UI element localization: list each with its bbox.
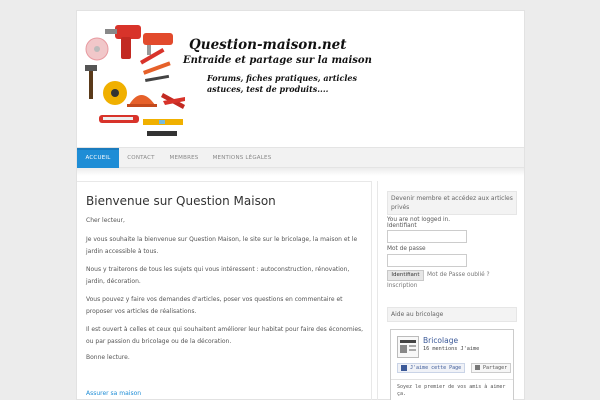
sidebar: Devenir membre et accédez aux articles p… <box>377 181 524 400</box>
site-title[interactable]: Question-maison.net <box>189 37 346 53</box>
site-tagline: Entraide et partage sur la maison <box>183 55 372 66</box>
facebook-icon <box>401 364 407 371</box>
help-widget-title: Aide au bricolage <box>387 307 517 322</box>
paragraph-requests: Vous pouvez y faire vos demandes d'artic… <box>86 296 343 315</box>
password-label: Mot de passe <box>387 246 426 252</box>
site-header: Question-maison.net Entraide et partage … <box>77 11 524 147</box>
facebook-widget-divider <box>391 379 513 380</box>
assurer-maison-link[interactable]: Assurer sa maison <box>86 390 141 397</box>
facebook-page-widget: Bricolage 16 mentions J'aime J'aime cett… <box>390 329 514 400</box>
paragraph-greeting: Cher lecteur, <box>86 217 125 224</box>
tools-logo-image[interactable] <box>85 19 195 139</box>
site-description: Forums, fiches pratiques, articles astuc… <box>207 73 357 94</box>
register-link[interactable]: Inscription <box>387 283 417 289</box>
lost-password-link[interactable]: Mot de Passe oublié ? <box>427 272 490 278</box>
nav-item-mentions-legales[interactable]: Mentions légales <box>205 148 279 168</box>
nav-item-contact[interactable]: Contact <box>119 148 163 168</box>
nav-item-membres[interactable]: Membres <box>163 148 205 168</box>
page-title: Bienvenue sur Question Maison <box>86 194 276 208</box>
nav-item-accueil[interactable]: Accueil <box>77 148 119 168</box>
main-content: Bienvenue sur Question Maison Cher lecte… <box>77 181 372 400</box>
facebook-friends-text: Soyez le premier de vos amis à aimer ça. <box>397 384 506 397</box>
facebook-like-label: J'aime cette Page <box>410 365 462 371</box>
main-navigation: Accueil Contact Membres Mentions légales <box>77 147 524 168</box>
paragraph-audience: Il est ouvert à celles et ceux qui souha… <box>86 326 364 345</box>
facebook-like-button[interactable]: J'aime cette Page <box>397 363 466 373</box>
facebook-share-button[interactable]: Partager <box>471 363 512 373</box>
password-input[interactable] <box>387 254 467 267</box>
login-button[interactable]: Identifiant <box>387 270 424 281</box>
username-input[interactable] <box>387 230 467 243</box>
facebook-page-thumbnail[interactable] <box>397 336 419 358</box>
share-icon <box>475 365 480 370</box>
page-thumbnail-icon <box>400 340 416 353</box>
paragraph-welcome: Je vous souhaite la bienvenue sur Questi… <box>86 236 358 255</box>
facebook-like-count: 16 mentions J'aime <box>423 346 480 352</box>
facebook-page-name[interactable]: Bricolage <box>423 336 458 345</box>
nav-divider <box>77 168 524 176</box>
login-widget-title: Devenir membre et accédez aux articles p… <box>387 191 517 215</box>
paragraph-topics: Nous y traiterons de tous les sujets qui… <box>86 266 350 285</box>
page-container: Question-maison.net Entraide et partage … <box>76 10 525 400</box>
paragraph-signoff: Bonne lecture. <box>86 354 130 361</box>
facebook-share-label: Partager <box>483 365 508 371</box>
username-label: Identifiant <box>387 223 417 229</box>
